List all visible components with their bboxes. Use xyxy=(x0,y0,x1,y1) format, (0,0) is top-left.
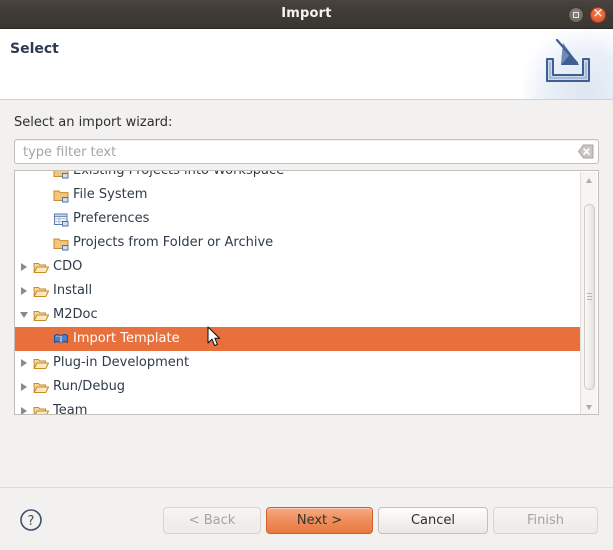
tree-item-label: Run/Debug xyxy=(53,379,126,394)
restore-window-button[interactable] xyxy=(568,7,584,23)
dialog-body: Select an import wizard: Existing Projec… xyxy=(0,100,613,487)
template-book-icon xyxy=(54,333,68,344)
tree-item[interactable]: Projects from Folder or Archive xyxy=(15,231,581,255)
tree-item-label: Team xyxy=(53,403,88,414)
scrollbar-grip xyxy=(587,293,592,301)
select-wizard-label: Select an import wizard: xyxy=(14,115,173,130)
tree-item[interactable]: File System xyxy=(15,183,581,207)
window-title: Import xyxy=(281,6,332,21)
tree-item[interactable]: Run/Debug xyxy=(15,375,581,399)
open-folder-icon xyxy=(33,359,49,369)
folder-import-icon xyxy=(53,238,69,251)
tree-item[interactable]: CDO xyxy=(15,255,581,279)
folder-import-icon xyxy=(53,190,69,203)
tree-item[interactable]: Preferences xyxy=(15,207,581,231)
preferences-icon xyxy=(54,213,69,227)
chevron-right-icon[interactable] xyxy=(20,359,29,368)
chevron-right-icon[interactable] xyxy=(20,407,29,414)
close-window-button[interactable] xyxy=(590,6,606,23)
finish-button[interactable]: Finish xyxy=(493,507,598,534)
tree-item[interactable]: Team xyxy=(15,399,581,414)
folder-import-icon xyxy=(53,171,69,179)
tree-item-label: Install xyxy=(53,283,93,298)
tree-item[interactable]: Install xyxy=(15,279,581,303)
tree-item[interactable]: M2Doc xyxy=(15,303,581,327)
header-banner xyxy=(523,29,613,99)
tree-item-label: Existing Projects into Workspace xyxy=(73,171,284,183)
scroll-down-arrow-icon[interactable] xyxy=(582,400,597,414)
scroll-up-arrow-icon[interactable] xyxy=(582,172,597,187)
open-folder-icon xyxy=(33,263,49,273)
tree-item-label: Import Template xyxy=(73,331,180,346)
tree-item-label: Projects from Folder or Archive xyxy=(73,235,274,250)
open-folder-icon xyxy=(33,311,49,321)
next-button[interactable]: Next > xyxy=(266,507,373,534)
clear-filter-icon[interactable] xyxy=(578,144,594,159)
open-folder-icon xyxy=(33,407,49,414)
tree-item-label: File System xyxy=(73,187,148,202)
tree-item-label: Preferences xyxy=(73,211,150,226)
svg-text:?: ? xyxy=(28,514,35,529)
scrollbar-thumb[interactable] xyxy=(584,204,595,390)
cancel-button[interactable]: Cancel xyxy=(378,507,488,534)
open-folder-icon xyxy=(33,383,49,393)
tree-item-label: M2Doc xyxy=(53,307,98,322)
chevron-right-icon[interactable] xyxy=(20,287,29,296)
tree-item-label: Plug-in Development xyxy=(53,355,190,370)
wizard-tree[interactable]: Existing Projects into Workspace File Sys… xyxy=(14,170,599,415)
open-folder-icon xyxy=(33,287,49,297)
wizard-tree-viewport: Existing Projects into Workspace File Sys… xyxy=(15,171,581,414)
filter-input[interactable] xyxy=(21,140,573,165)
tree-scrollbar[interactable] xyxy=(580,172,597,414)
help-question-icon[interactable]: ? xyxy=(19,508,43,532)
wizard-tree-list: Existing Projects into Workspace File Sys… xyxy=(15,171,581,414)
chevron-right-icon[interactable] xyxy=(20,383,29,392)
tree-item-label: CDO xyxy=(53,259,83,274)
filter-field[interactable] xyxy=(14,139,599,165)
tree-item[interactable]: Plug-in Development xyxy=(15,351,581,375)
import-banner-icon xyxy=(546,38,590,82)
tree-item[interactable]: Existing Projects into Workspace xyxy=(15,171,581,183)
chevron-down-icon[interactable] xyxy=(20,311,29,320)
back-button[interactable]: < Back xyxy=(163,507,261,534)
window-titlebar: Import xyxy=(0,0,613,29)
page-title: Select xyxy=(10,41,59,57)
import-dialog: Import Select Select an import wizard: xyxy=(0,0,613,550)
dialog-header: Select xyxy=(0,29,613,100)
tree-item[interactable]: Import Template xyxy=(15,327,581,351)
chevron-right-icon[interactable] xyxy=(20,263,29,272)
